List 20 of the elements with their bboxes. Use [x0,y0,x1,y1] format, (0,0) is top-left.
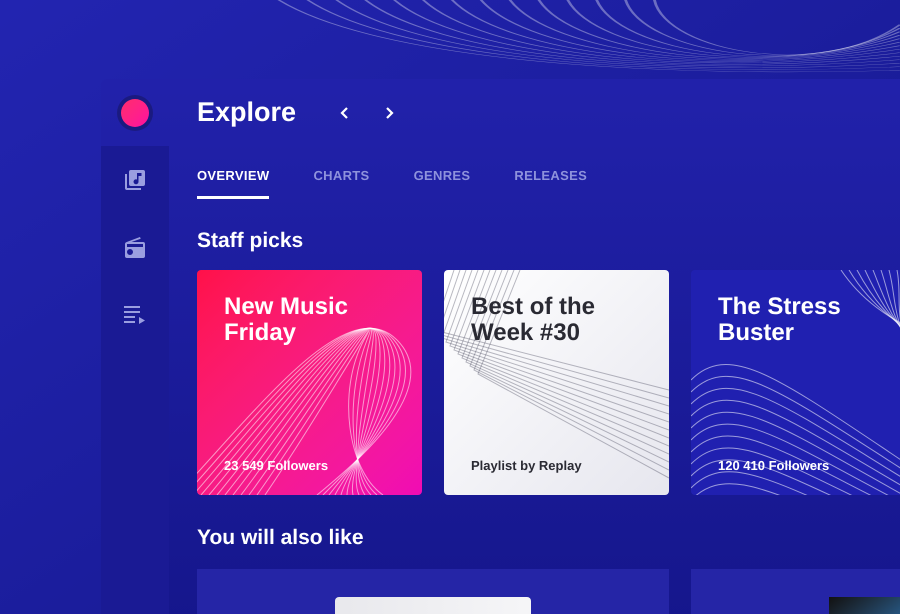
playlist-title: The Stress Buster [718,294,842,346]
app-logo-icon[interactable] [117,94,153,130]
playlist-card[interactable]: New Music Friday 23 549 Followers [197,270,422,495]
music-library-icon[interactable] [123,168,147,192]
playlist-subtitle: Playlist by Replay [471,456,583,475]
tab[interactable]: OVERVIEW [197,166,270,198]
playlist-card[interactable]: The Stress Buster 120 410 Followers [691,270,900,495]
playlist-subtitle: 120 410 Followers [718,456,830,474]
tab[interactable]: CHARTS [313,166,370,198]
playlist-subtitle: 23 549 Followers [224,456,330,474]
radio-icon[interactable] [123,236,147,260]
section-heading: Staff picks [197,228,304,254]
playlist-title: New Music Friday [224,294,350,346]
section-heading: You will also like [197,525,364,551]
playlist-icon[interactable] [123,304,147,324]
tab[interactable]: RELEASES [514,166,588,198]
playlist-card[interactable]: Best of the Week #30 Playlist by Replay [444,270,669,495]
page-title: Explore [197,96,296,130]
tab[interactable]: GENRES [414,166,470,198]
playlist-title: Best of the Week #30 [471,294,596,346]
